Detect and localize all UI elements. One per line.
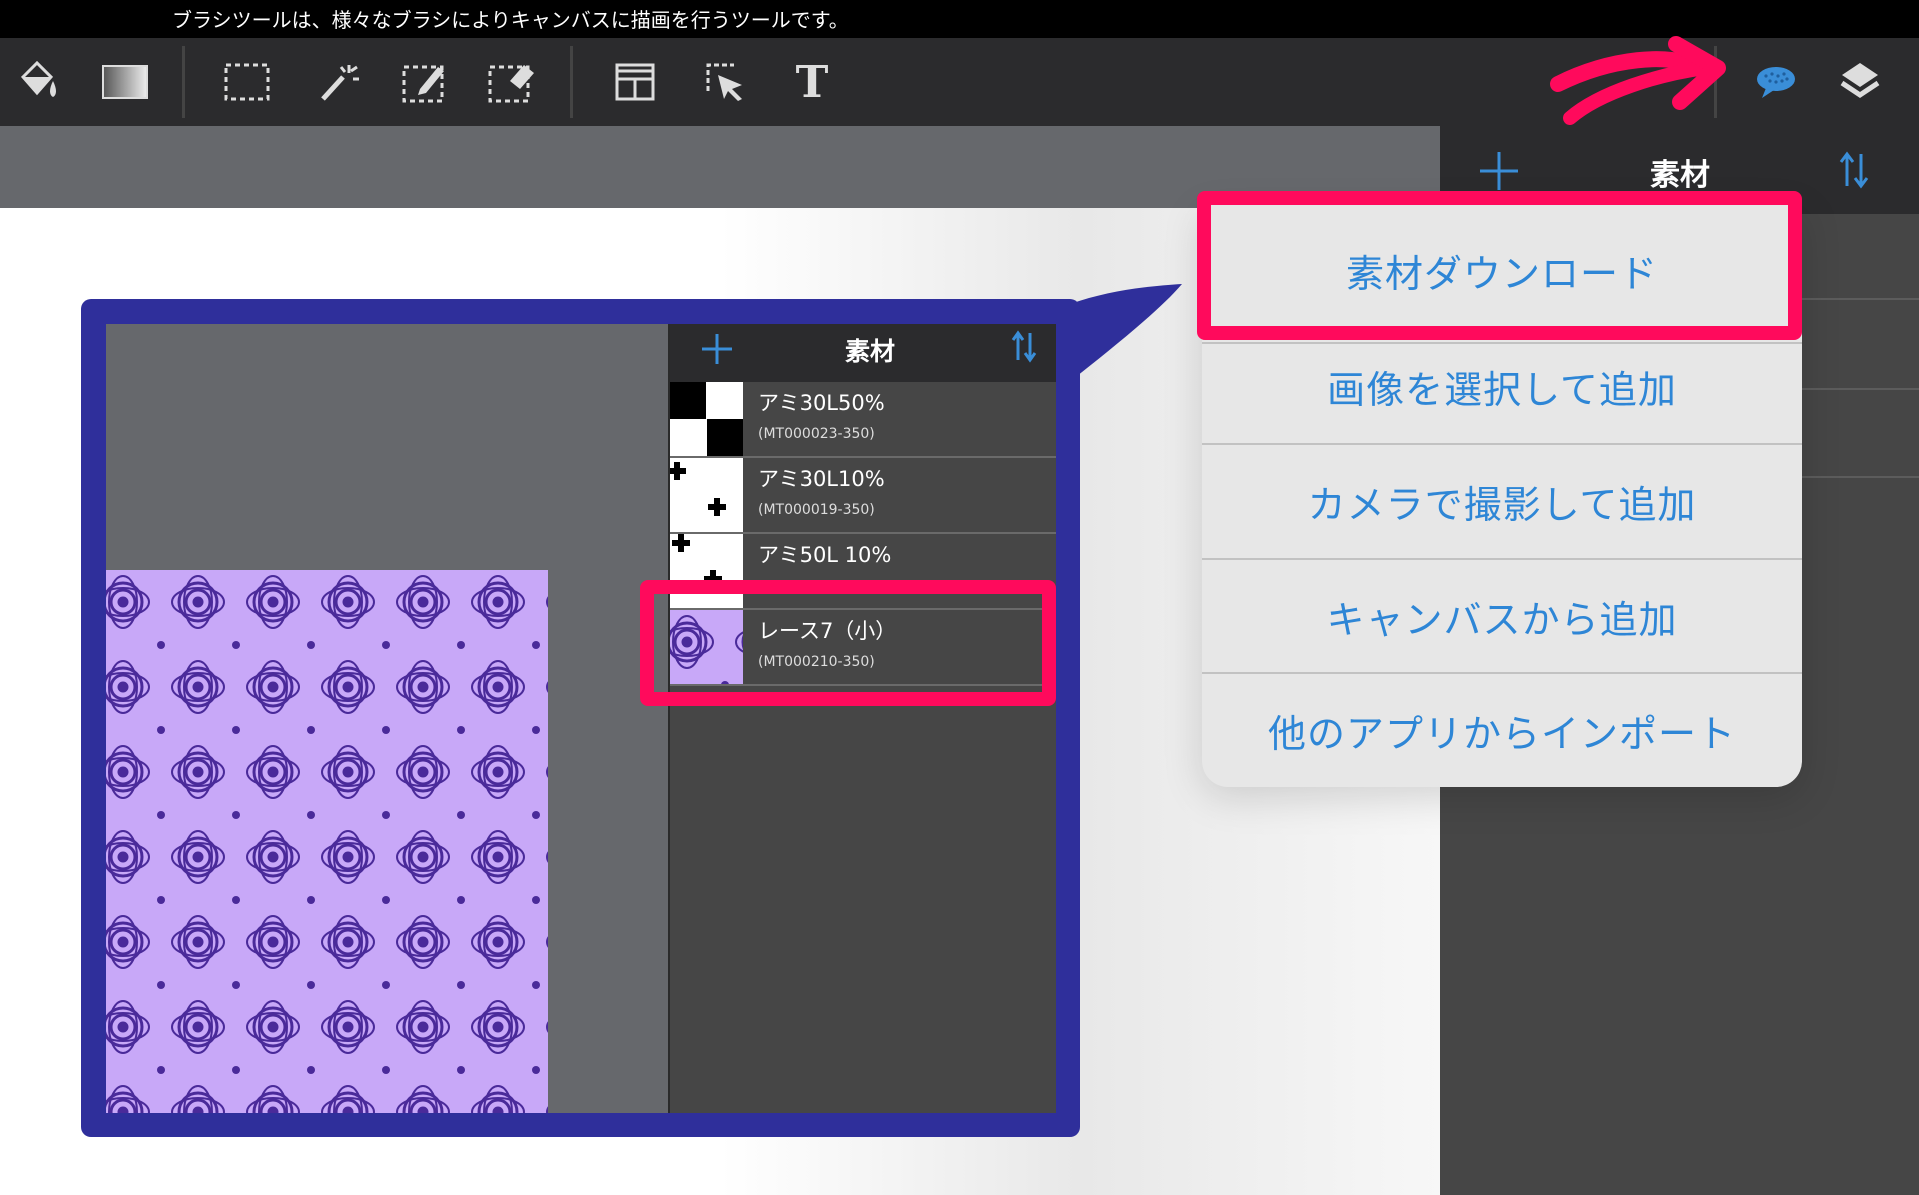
rect-select-icon[interactable] [212,38,282,126]
panel-row-divider [1800,388,1919,390]
sort-icon[interactable] [1838,150,1872,190]
menu-item-select-image[interactable]: 画像を選択して追加 [1202,329,1802,443]
text-icon[interactable]: T [777,38,847,126]
magic-wand-icon[interactable] [303,38,373,126]
dots-thumbnail [670,458,743,532]
move-select-icon[interactable] [690,38,760,126]
gradient-icon[interactable] [90,38,160,126]
highlight-box [640,580,1056,706]
add-material-icon[interactable] [1478,150,1520,192]
sort-icon[interactable] [1010,330,1038,364]
toolbar-separator [182,46,185,118]
material-panel-title: 素材 [1650,158,1710,193]
panel-row-divider [1800,476,1919,478]
material-code: (MT000019-350) [758,502,875,518]
paint-bucket-icon[interactable] [2,38,72,126]
zoomed-panel-title: 素材 [844,337,895,366]
add-material-icon[interactable] [700,332,734,366]
pen-select-icon[interactable] [390,38,460,126]
material-bubble-icon[interactable] [1741,38,1811,126]
zoomed-view: 素材 アミ30L50% (MT000023-350) アミ30L10% (MT0… [106,324,1056,1113]
material-code: (MT000023-350) [758,426,875,442]
material-name: アミ30L50% [758,391,885,415]
lace-pattern-canvas [106,570,548,1113]
material-row[interactable]: アミ30L50% (MT000023-350) [670,382,1056,458]
tool-hint-text: ブラシツールは、様々なブラシによりキャンバスに描画を行うツールです。 [172,8,849,32]
panel-row-divider [1800,298,1919,300]
checker-thumbnail [670,382,743,456]
zoomed-material-panel: 素材 アミ30L50% (MT000023-350) アミ30L10% (MT0… [668,324,1056,1113]
layers-icon[interactable] [1825,38,1895,126]
menu-item-camera[interactable]: カメラで撮影して追加 [1202,444,1802,558]
callout-pointer [1070,284,1182,380]
eraser-select-icon[interactable] [477,38,547,126]
layout-icon[interactable] [600,38,670,126]
material-name: アミ50L 10% [758,543,892,567]
material-name: アミ30L10% [758,467,885,491]
menu-item-from-canvas[interactable]: キャンバスから追加 [1202,559,1802,673]
material-row[interactable]: アミ30L10% (MT000019-350) [670,458,1056,534]
toolbar-separator [570,46,573,118]
arrow-annotation-icon [1550,36,1726,125]
menu-item-import-other-app[interactable]: 他のアプリからインポート [1202,673,1802,787]
highlight-box [1197,191,1802,340]
